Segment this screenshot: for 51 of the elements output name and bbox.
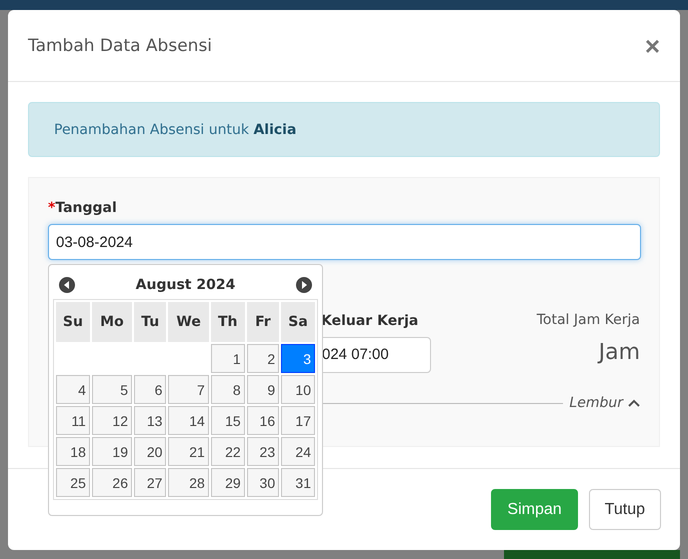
weekday-header: Su — [62, 314, 83, 330]
calendar-day[interactable]: 28 — [168, 468, 209, 497]
modal-title: Tambah Data Absensi — [28, 36, 212, 56]
calendar-day[interactable]: 23 — [246, 437, 280, 466]
calendar-day[interactable]: 8 — [210, 375, 245, 404]
info-alert: Penambahan Absensi untuk Alicia — [28, 102, 660, 157]
calendar-day[interactable]: 22 — [210, 437, 245, 466]
calendar-day[interactable]: 7 — [168, 375, 209, 404]
calendar-day[interactable]: 4 — [56, 375, 90, 404]
weekday-header: Fr — [255, 314, 271, 330]
calendar-day[interactable]: 5 — [92, 375, 132, 404]
calendar-day[interactable]: 6 — [134, 375, 166, 404]
calendar-day[interactable]: 24 — [281, 437, 315, 466]
calendar-day[interactable]: 14 — [168, 406, 209, 435]
calendar-day[interactable]: 27 — [134, 468, 166, 497]
calendar-day[interactable]: 17 — [281, 406, 315, 435]
calendar-day[interactable]: 21 — [168, 437, 209, 466]
weekday-header: Tu — [141, 314, 160, 330]
date-input-field[interactable]: 03-08-2024 — [48, 224, 641, 260]
calendar-day[interactable]: 18 — [56, 437, 90, 466]
total-hours-label: Total Jam Kerja — [536, 312, 640, 328]
weekday-header: Mo — [100, 314, 124, 330]
weekday-header: Sa — [288, 314, 308, 330]
calendar-day[interactable]: 26 — [92, 468, 132, 497]
calendar-day[interactable]: 31 — [281, 468, 315, 497]
calendar-day[interactable]: 16 — [246, 406, 280, 435]
date-label: *Tanggal — [48, 200, 118, 216]
calendar-day[interactable]: 11 — [56, 406, 90, 435]
calendar-day[interactable]: 2 — [246, 344, 280, 373]
calendar-day[interactable]: 20 — [134, 437, 166, 466]
calendar-day[interactable]: 1 — [210, 344, 245, 373]
calendar-day[interactable]: 10 — [281, 375, 315, 404]
next-month-icon[interactable] — [296, 277, 312, 293]
calendar-day[interactable]: 30 — [246, 468, 280, 497]
close-button[interactable]: × — [644, 32, 660, 58]
total-hours-unit: Jam — [598, 340, 640, 365]
exit-time-label: Keluar Kerja — [321, 313, 420, 329]
month-title: August 2024 — [136, 277, 236, 293]
calendar-day[interactable]: 15 — [210, 406, 245, 435]
calendar-day[interactable]: 29 — [210, 468, 245, 497]
weekday-header: We — [176, 314, 201, 330]
overtime-toggle[interactable]: Lembur — [563, 395, 640, 411]
calendar-day[interactable]: 25 — [56, 468, 90, 497]
calendar-day[interactable]: 12 — [92, 406, 132, 435]
previous-month-icon[interactable] — [59, 277, 75, 293]
calendar-day[interactable]: 13 — [134, 406, 166, 435]
calendar-day[interactable]: 9 — [246, 375, 280, 404]
calendar-day[interactable]: 3 — [281, 344, 315, 373]
close-dialog-button[interactable]: Tutup — [588, 489, 661, 530]
weekday-header: Th — [218, 314, 238, 330]
calendar-day[interactable]: 19 — [92, 437, 132, 466]
